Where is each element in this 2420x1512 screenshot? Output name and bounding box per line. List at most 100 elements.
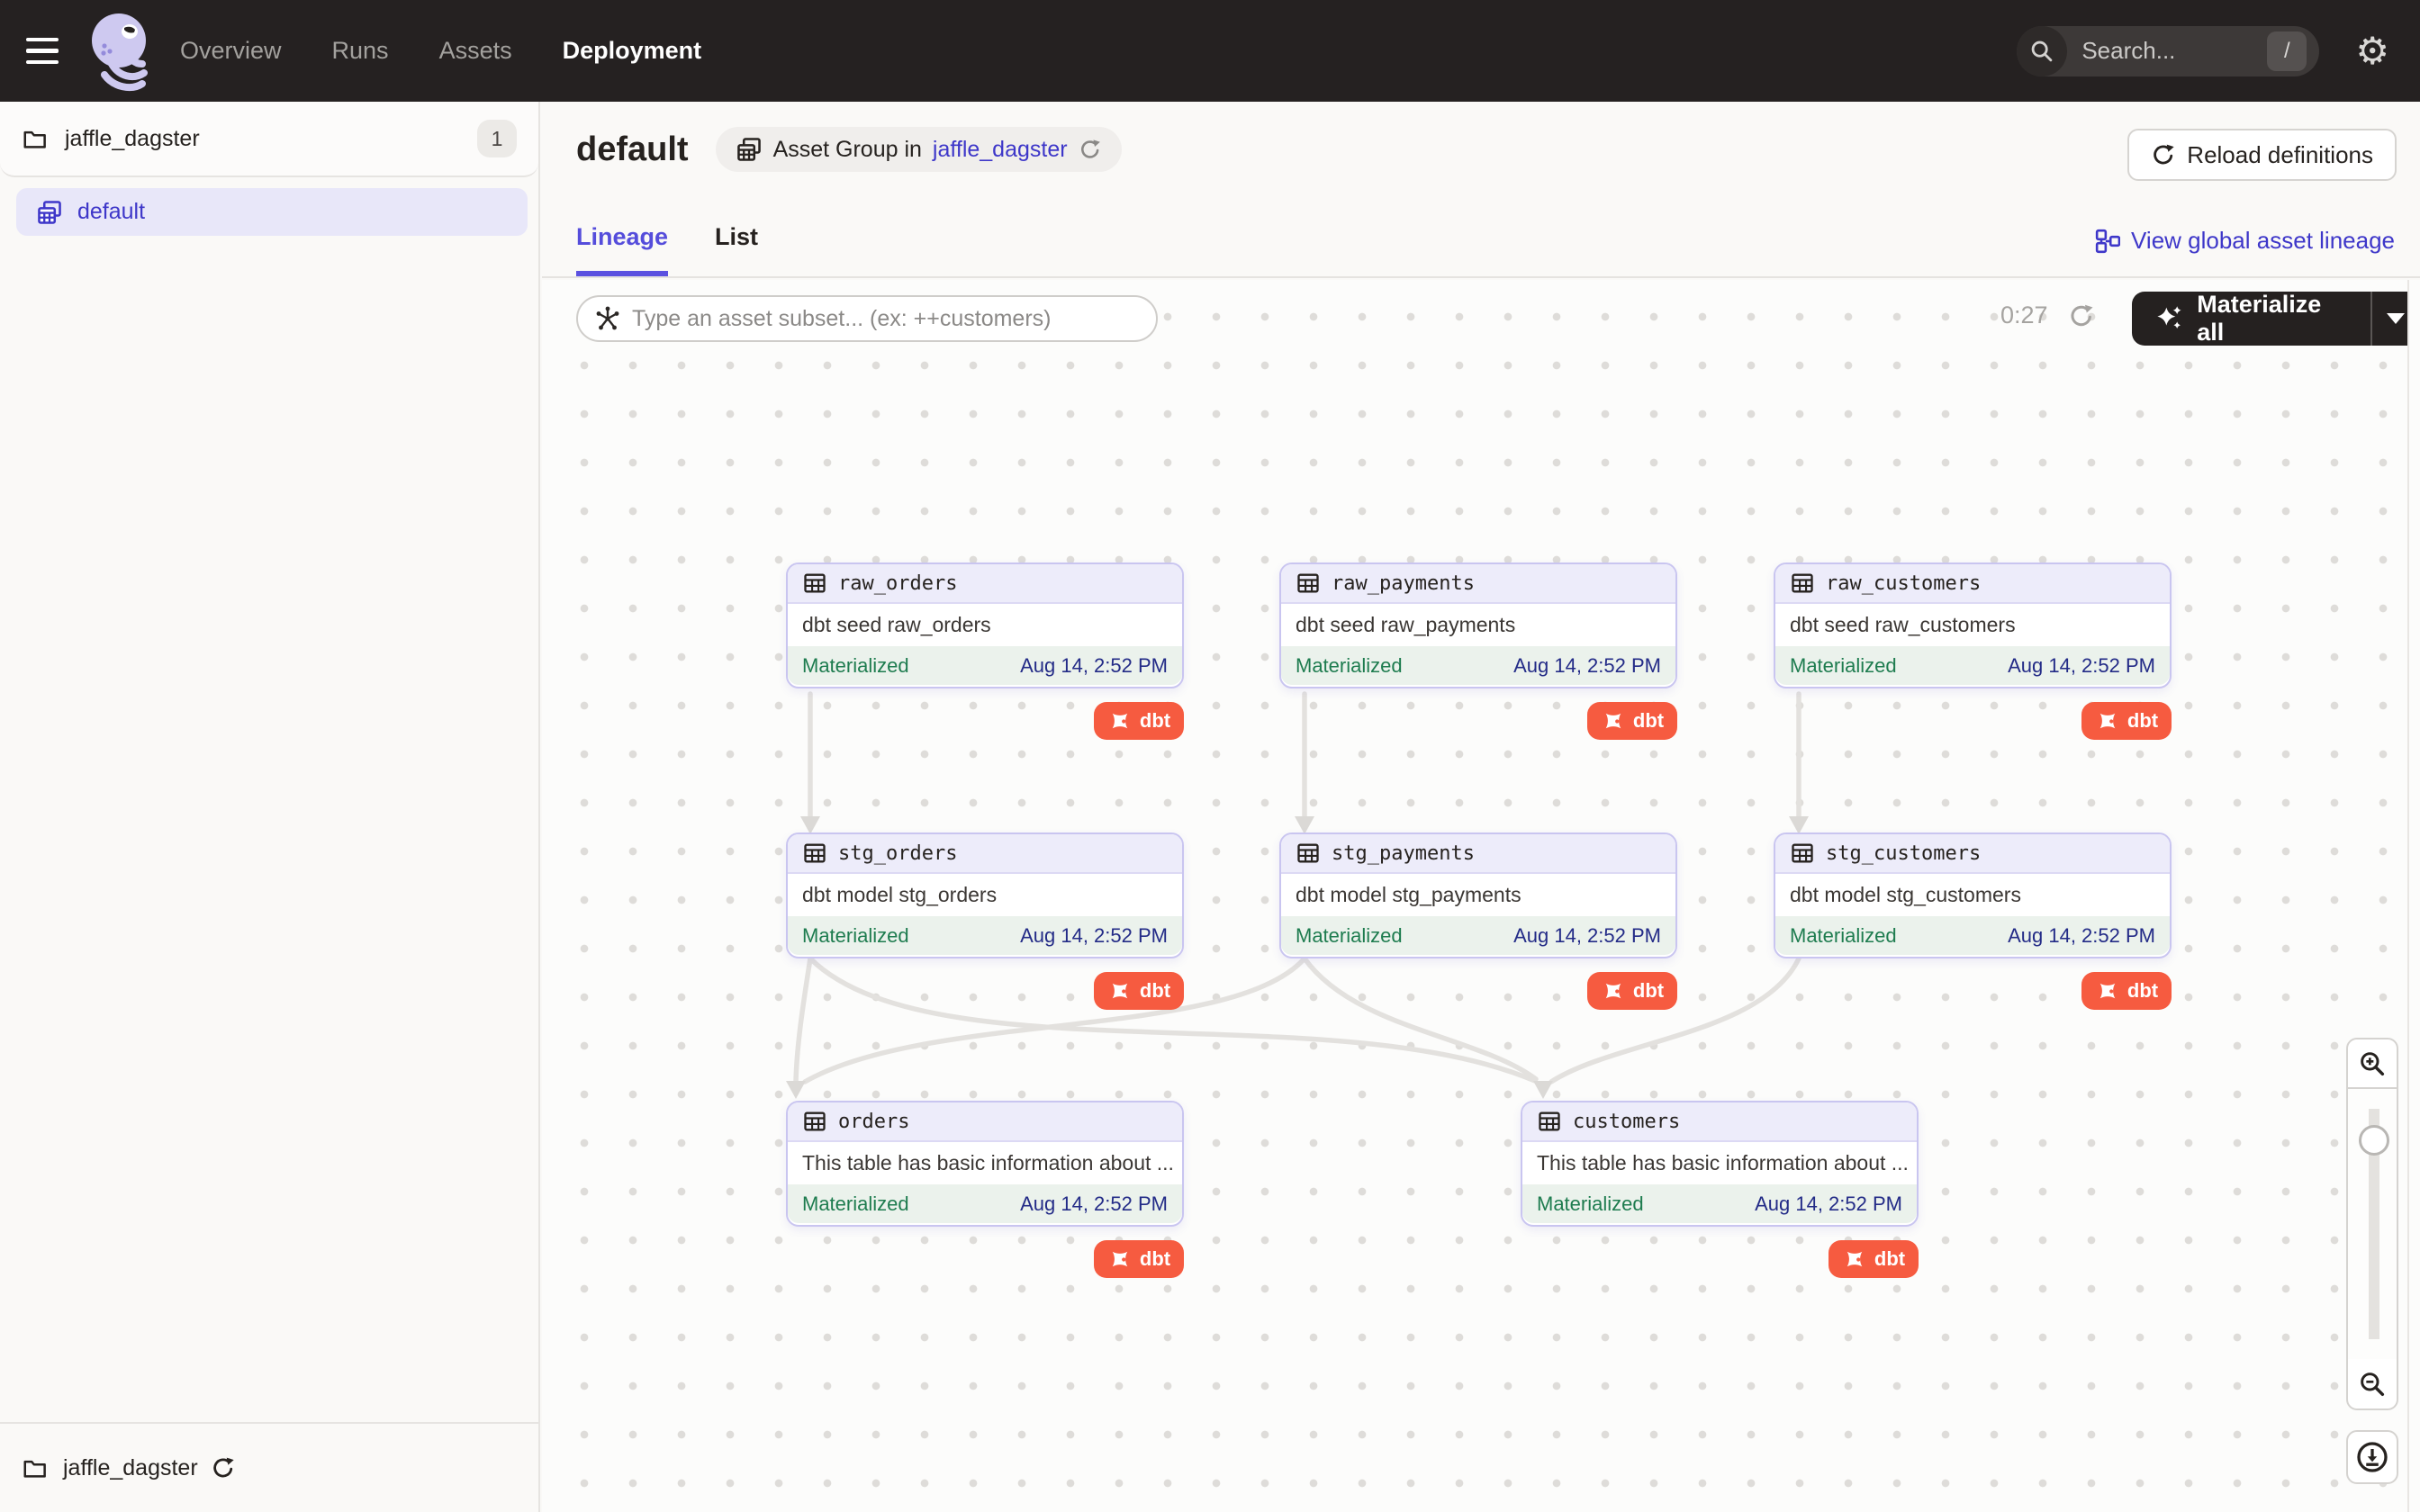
- group-label: default: [77, 199, 145, 225]
- dbt-badge[interactable]: dbt: [2081, 972, 2172, 1010]
- asset-node-header: stg_payments: [1281, 834, 1675, 874]
- nav-assets[interactable]: Assets: [439, 37, 512, 65]
- asset-title: stg_payments: [1332, 842, 1475, 865]
- dbt-badge[interactable]: dbt: [2081, 702, 2172, 740]
- zoom-in-button[interactable]: [2346, 1038, 2398, 1089]
- dbt-logo-icon: [1107, 978, 1133, 1004]
- nav-deployment[interactable]: Deployment: [563, 37, 702, 65]
- dbt-badge[interactable]: dbt: [1587, 972, 1677, 1010]
- asset-status-row: Materialized Aug 14, 2:52 PM: [788, 646, 1182, 685]
- materialization-timestamp[interactable]: Aug 14, 2:52 PM: [1513, 924, 1661, 948]
- zoom-controls: [2346, 1038, 2398, 1484]
- zoom-slider[interactable]: [2346, 1089, 2398, 1359]
- materialization-timestamp[interactable]: Aug 14, 2:52 PM: [1020, 654, 1168, 678]
- tab-lineage[interactable]: Lineage: [576, 223, 668, 276]
- sidebar-item-jaffle-dagster[interactable]: jaffle_dagster 1: [0, 102, 538, 177]
- dbt-badge[interactable]: dbt: [1094, 702, 1184, 740]
- dbt-badge[interactable]: dbt: [1094, 1240, 1184, 1278]
- asset-description: dbt seed raw_orders: [788, 604, 1182, 646]
- asset-status-row: Materialized Aug 14, 2:52 PM: [788, 1184, 1182, 1223]
- dbt-badge-label: dbt: [2127, 979, 2158, 1003]
- search-input[interactable]: Search... /: [2017, 26, 2319, 76]
- asset-group-context-pill[interactable]: Asset Group in jaffle_dagster: [716, 127, 1122, 172]
- materialization-timestamp[interactable]: Aug 14, 2:52 PM: [1755, 1192, 1902, 1216]
- dbt-badge[interactable]: dbt: [1094, 972, 1184, 1010]
- asset-status-row: Materialized Aug 14, 2:52 PM: [1522, 1184, 1917, 1223]
- materialize-all-label: Materialize all: [2197, 291, 2347, 346]
- dbt-logo-icon: [2095, 708, 2120, 734]
- asset-description: dbt seed raw_customers: [1775, 604, 2170, 646]
- dbt-badge-label: dbt: [1140, 1247, 1170, 1271]
- status-badge: Materialized: [1296, 924, 1403, 948]
- menu-icon[interactable]: [0, 0, 85, 102]
- sidebar-item-default-group[interactable]: default: [16, 188, 528, 236]
- asset-node-raw-orders[interactable]: raw_orders dbt seed raw_orders Materiali…: [786, 562, 1184, 688]
- dbt-logo-icon: [1601, 708, 1626, 734]
- top-navigation-bar: Overview Runs Assets Deployment Search..…: [0, 0, 2420, 102]
- asset-node-header: stg_customers: [1775, 834, 2170, 874]
- zoom-in-icon: [2358, 1049, 2387, 1078]
- materialize-all-button[interactable]: Materialize all: [2132, 291, 2370, 346]
- materialize-all-button-group: Materialize all: [2132, 292, 2420, 346]
- refresh-icon[interactable]: [2068, 302, 2095, 329]
- refresh-icon[interactable]: [1079, 138, 1102, 161]
- zoom-out-icon: [2358, 1370, 2387, 1399]
- table-icon: [802, 1109, 827, 1134]
- asset-title: orders: [838, 1111, 909, 1133]
- asset-node-customers[interactable]: customers This table has basic informati…: [1521, 1101, 1919, 1227]
- asset-node-stg-payments[interactable]: stg_payments dbt model stg_payments Mate…: [1279, 832, 1677, 958]
- view-global-asset-lineage-link[interactable]: View global asset lineage: [2095, 227, 2395, 255]
- asset-node-orders[interactable]: orders This table has basic information …: [786, 1101, 1184, 1227]
- status-badge: Materialized: [1296, 654, 1403, 678]
- dbt-logo-icon: [1842, 1246, 1867, 1272]
- asset-node-raw-customers[interactable]: raw_customers dbt seed raw_customers Mat…: [1774, 562, 2172, 688]
- materialization-timestamp[interactable]: Aug 14, 2:52 PM: [2008, 654, 2155, 678]
- status-badge: Materialized: [1790, 924, 1897, 948]
- table-icon: [1537, 1109, 1562, 1134]
- download-image-button[interactable]: [2346, 1430, 2398, 1484]
- slash-shortcut: /: [2267, 32, 2307, 71]
- dbt-badge[interactable]: dbt: [1587, 702, 1677, 740]
- nav-runs[interactable]: Runs: [332, 37, 389, 65]
- asset-groups-sidebar: jaffle_dagster 1 default jaffle_dagster: [0, 102, 540, 1512]
- dbt-logo-icon: [1601, 978, 1626, 1004]
- materialization-timestamp[interactable]: Aug 14, 2:52 PM: [1020, 1192, 1168, 1216]
- asset-subset-filter[interactable]: [576, 295, 1158, 342]
- reload-definitions-label: Reload definitions: [2187, 141, 2373, 169]
- folder-icon: [22, 1454, 49, 1481]
- asset-node-stg-customers[interactable]: stg_customers dbt model stg_customers Ma…: [1774, 832, 2172, 958]
- canvas-scrollbar-gutter[interactable]: [2407, 280, 2420, 1512]
- dbt-badge[interactable]: dbt: [1829, 1240, 1919, 1278]
- gear-icon[interactable]: ⚙: [2355, 32, 2389, 70]
- dagster-logo: [85, 8, 157, 94]
- reload-definitions-button[interactable]: Reload definitions: [2127, 129, 2397, 181]
- asset-subset-input[interactable]: [632, 306, 1140, 332]
- asset-node-header: stg_orders: [788, 834, 1182, 874]
- asset-status-row: Materialized Aug 14, 2:52 PM: [1775, 646, 2170, 685]
- asset-group-icon: [36, 199, 63, 226]
- refresh-icon: [2151, 142, 2176, 167]
- context-repo-link[interactable]: jaffle_dagster: [933, 137, 1068, 163]
- asset-node-header: raw_orders: [788, 564, 1182, 604]
- materialization-timestamp[interactable]: Aug 14, 2:52 PM: [1513, 654, 1661, 678]
- download-icon: [2356, 1441, 2388, 1473]
- materialization-timestamp[interactable]: Aug 14, 2:52 PM: [1020, 924, 1168, 948]
- tab-list[interactable]: List: [715, 223, 758, 276]
- asset-node-stg-orders[interactable]: stg_orders dbt model stg_orders Material…: [786, 832, 1184, 958]
- refresh-icon[interactable]: [211, 1455, 236, 1480]
- dbt-logo-icon: [1107, 708, 1133, 734]
- status-badge: Materialized: [802, 654, 909, 678]
- project-label: jaffle_dagster: [65, 126, 200, 152]
- zoom-slider-knob[interactable]: [2359, 1125, 2389, 1156]
- lineage-canvas[interactable]: 0:27 Materialize all raw_orders dbt seed…: [542, 280, 2420, 1512]
- asset-description: dbt seed raw_payments: [1281, 604, 1675, 646]
- asset-title: customers: [1573, 1111, 1680, 1133]
- zoom-out-button[interactable]: [2346, 1359, 2398, 1410]
- status-badge: Materialized: [1790, 654, 1897, 678]
- asset-description: This table has basic information about .…: [788, 1142, 1182, 1184]
- chevron-down-icon: [2387, 313, 2405, 324]
- materialization-timestamp[interactable]: Aug 14, 2:52 PM: [2008, 924, 2155, 948]
- nav-overview[interactable]: Overview: [180, 37, 282, 65]
- asset-node-raw-payments[interactable]: raw_payments dbt seed raw_payments Mater…: [1279, 562, 1677, 688]
- dbt-badge-label: dbt: [1633, 709, 1664, 733]
